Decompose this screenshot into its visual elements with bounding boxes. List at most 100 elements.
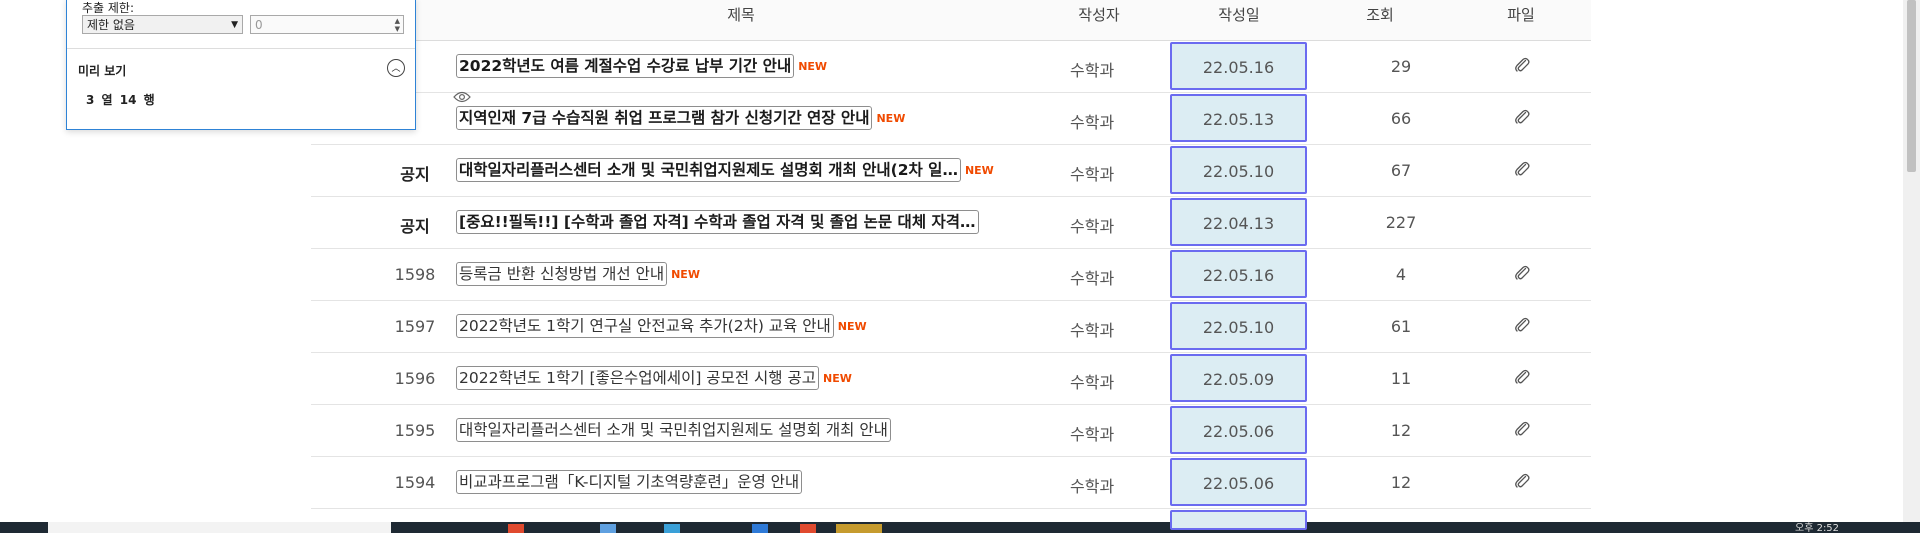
post-title-link[interactable]: 2022학년도 1학기 연구실 안전교육 추가(2차) 교육 안내 bbox=[456, 314, 834, 338]
row-author: 수학과 bbox=[1070, 373, 1115, 392]
new-badge: NEW bbox=[671, 267, 700, 281]
row-author: 수학과 bbox=[1070, 113, 1115, 132]
post-title-link[interactable]: 2022학년도 1학기 [좋은수업에세이] 공모전 시행 공고 bbox=[456, 366, 819, 390]
row-number: 1595 bbox=[394, 421, 436, 440]
chevron-up-icon[interactable]: ︿ bbox=[387, 59, 405, 77]
paperclip-icon[interactable] bbox=[1513, 316, 1531, 334]
dropdown-arrow-icon: ▼ bbox=[231, 20, 238, 30]
header-file: 파일 bbox=[1507, 6, 1535, 24]
row-number: 공지 bbox=[400, 165, 430, 184]
new-badge: NEW bbox=[964, 163, 994, 177]
header-date: 작성일 bbox=[1218, 6, 1260, 24]
post-title-link[interactable]: 2022학년도 여름 계절수업 수강료 납부 기간 안내 bbox=[456, 54, 795, 78]
app-icon-red[interactable] bbox=[508, 524, 524, 533]
row-number: 1596 bbox=[394, 369, 436, 388]
row-date: 22.05.16 bbox=[1170, 42, 1307, 90]
row-title-cell: 등록금 반환 신청방법 개선 안내 NEW bbox=[456, 262, 700, 286]
post-title-link[interactable]: 대학일자리플러스센터 소개 및 국민취업지원제도 설명회 개최 안내(2차 일… bbox=[456, 158, 961, 182]
row-title-cell: 비교과프로그램「K-디지털 기초역량훈련」운영 안내 bbox=[456, 470, 806, 494]
table-row: 1596 2022학년도 1학기 [좋은수업에세이] 공모전 시행 공고 NEW 수학… bbox=[311, 353, 1591, 405]
row-title-cell: 2022학년도 여름 계절수업 수강료 납부 기간 안내 NEW bbox=[456, 54, 827, 78]
post-title-link[interactable]: 비교과프로그램「K-디지털 기초역량훈련」운영 안내 bbox=[456, 470, 803, 494]
row-title-cell: 대학일자리플러스센터 소개 및 국민취업지원제도 설명회 개최 안내 bbox=[456, 418, 895, 442]
row-author: 수학과 bbox=[1070, 425, 1115, 444]
row-date-partial bbox=[1170, 510, 1307, 530]
table-row: 지역인재 7급 수습직원 취업 프로그램 참가 신청기간 연장 안내 NEW 수학과… bbox=[311, 93, 1591, 145]
new-badge: NEW bbox=[798, 59, 828, 73]
row-views: 29 bbox=[1390, 57, 1412, 76]
panel-divider bbox=[67, 48, 415, 49]
row-author: 수학과 bbox=[1070, 321, 1115, 340]
post-title-link[interactable]: [중요!!필독!!] [수학과 졸업 자격] 수학과 졸업 자격 및 졸업 논문… bbox=[456, 210, 979, 234]
paperclip-icon[interactable] bbox=[1513, 420, 1531, 438]
limit-select[interactable]: 제한 없음 ▼ bbox=[82, 15, 243, 34]
taskbar: 오후 2:52 bbox=[0, 522, 1920, 534]
spinner-icon[interactable]: ▲ ▼ bbox=[395, 17, 400, 33]
row-date: 22.05.06 bbox=[1170, 458, 1307, 506]
row-date: 22.05.10 bbox=[1170, 146, 1307, 194]
row-title-cell: 대학일자리플러스센터 소개 및 국민취업지원제도 설명회 개최 안내(2차 일…… bbox=[456, 158, 994, 182]
table-row: 공지 대학일자리플러스센터 소개 및 국민취업지원제도 설명회 개최 안내(2차 … bbox=[311, 145, 1591, 197]
row-title-cell: [중요!!필독!!] [수학과 졸업 자격] 수학과 졸업 자격 및 졸업 논문… bbox=[456, 210, 983, 234]
post-title-link[interactable]: 등록금 반환 신청방법 개선 안내 bbox=[456, 262, 668, 286]
preview-dimensions: 3 열 14 행 bbox=[86, 93, 155, 107]
row-title-cell: 2022학년도 1학기 연구실 안전교육 추가(2차) 교육 안내 NEW bbox=[456, 314, 867, 338]
taskbar-search-box[interactable] bbox=[48, 522, 391, 533]
table-header: 제목 작성자 작성일 조회 파일 bbox=[311, 0, 1591, 41]
scrollbar-thumb[interactable] bbox=[1907, 0, 1916, 172]
row-date: 22.05.06 bbox=[1170, 406, 1307, 454]
row-number: 1598 bbox=[394, 265, 436, 284]
row-date: 22.04.13 bbox=[1170, 198, 1307, 246]
table-row: 공지 [중요!!필독!!] [수학과 졸업 자격] 수학과 졸업 자격 및 졸업 … bbox=[311, 197, 1591, 249]
limit-number-value: 0 bbox=[255, 18, 263, 32]
new-badge: NEW bbox=[822, 371, 852, 385]
paperclip-icon[interactable] bbox=[1513, 108, 1531, 126]
new-badge: NEW bbox=[837, 319, 867, 333]
paperclip-icon[interactable] bbox=[1513, 368, 1531, 386]
row-views: 61 bbox=[1390, 317, 1412, 336]
post-title-link[interactable]: 지역인재 7급 수습직원 취업 프로그램 참가 신청기간 연장 안내 bbox=[456, 106, 873, 130]
paperclip-icon[interactable] bbox=[1513, 56, 1531, 74]
app-icon-active[interactable] bbox=[836, 524, 882, 533]
paperclip-icon[interactable] bbox=[1513, 264, 1531, 282]
limit-label: 추출 제한: bbox=[82, 1, 135, 15]
row-date: 22.05.13 bbox=[1170, 94, 1307, 142]
row-author: 수학과 bbox=[1070, 61, 1115, 80]
app-icon-chrome[interactable] bbox=[800, 524, 816, 533]
table-row: 2022학년도 여름 계절수업 수강료 납부 기간 안내 NEW 수학과 22.05.… bbox=[311, 41, 1591, 93]
post-title-link[interactable]: 대학일자리플러스센터 소개 및 국민취업지원제도 설명회 개최 안내 bbox=[456, 418, 891, 442]
row-views: 67 bbox=[1390, 161, 1412, 180]
app-icon-word[interactable] bbox=[752, 524, 768, 533]
taskbar-clock: 오후 2:52 bbox=[1795, 523, 1840, 534]
row-number: 공지 bbox=[400, 217, 430, 236]
row-views: 12 bbox=[1390, 473, 1412, 492]
paperclip-icon[interactable] bbox=[1513, 160, 1531, 178]
row-author: 수학과 bbox=[1070, 269, 1115, 288]
row-title-cell: 지역인재 7급 수습직원 취업 프로그램 참가 신청기간 연장 안내 NEW bbox=[456, 106, 905, 130]
preview-title: 미리 보기 bbox=[78, 64, 127, 78]
row-title-cell: 2022학년도 1학기 [좋은수업에세이] 공모전 시행 공고 NEW bbox=[456, 366, 852, 390]
table-row: 1598 등록금 반환 신청방법 개선 안내 NEW 수학과 22.05.16 4 bbox=[311, 249, 1591, 301]
row-author: 수학과 bbox=[1070, 477, 1115, 496]
limit-number-input[interactable]: 0 ▲ ▼ bbox=[250, 15, 404, 34]
paperclip-icon[interactable] bbox=[1513, 472, 1531, 490]
row-date: 22.05.10 bbox=[1170, 302, 1307, 350]
row-date: 22.05.16 bbox=[1170, 250, 1307, 298]
vertical-scrollbar[interactable] bbox=[1903, 0, 1920, 523]
row-views: 227 bbox=[1385, 213, 1417, 232]
app-icon-edge[interactable] bbox=[664, 524, 680, 533]
header-views: 조회 bbox=[1366, 6, 1394, 24]
row-views: 11 bbox=[1390, 369, 1412, 388]
row-author: 수학과 bbox=[1070, 217, 1115, 236]
extract-panel: 추출 제한: 제한 없음 ▼ 0 ▲ ▼ 미리 보기 ︿ 3 열 14 행 bbox=[66, 0, 471, 130]
row-views: 66 bbox=[1390, 109, 1412, 128]
row-views: 4 bbox=[1395, 265, 1407, 284]
header-author: 작성자 bbox=[1078, 6, 1120, 24]
table-row: 1595 대학일자리플러스센터 소개 및 국민취업지원제도 설명회 개최 안내 수학… bbox=[311, 405, 1591, 457]
row-number: 1594 bbox=[394, 473, 436, 492]
eye-icon[interactable] bbox=[453, 91, 471, 103]
app-icon-blue[interactable] bbox=[600, 524, 616, 533]
row-number: 1597 bbox=[394, 317, 436, 336]
limit-select-value: 제한 없음 bbox=[87, 18, 135, 32]
header-title: 제목 bbox=[727, 6, 755, 24]
